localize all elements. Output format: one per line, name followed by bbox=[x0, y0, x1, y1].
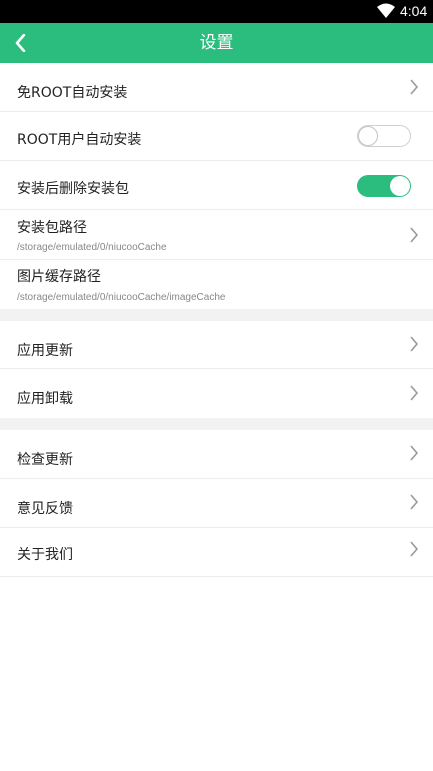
settings-item-delete-after-install: 安装后删除安装包 bbox=[0, 161, 433, 210]
settings-item-about-us[interactable]: 关于我们 bbox=[0, 528, 433, 577]
settings-item-label: 免ROOT自动安装 bbox=[17, 85, 128, 101]
status-bar: 4:04 bbox=[0, 0, 433, 23]
app-bar: 设置 bbox=[0, 23, 433, 63]
delete-package-toggle[interactable] bbox=[357, 175, 411, 197]
toggle-knob bbox=[358, 126, 378, 146]
settings-item-label: 安装包路径 bbox=[17, 220, 87, 236]
divider bbox=[0, 576, 433, 577]
clock: 4:04 bbox=[400, 3, 428, 19]
settings-item-package-path[interactable]: 安装包路径 /storage/emulated/0/niucooCache bbox=[0, 210, 433, 260]
settings-item-label: 应用卸载 bbox=[17, 391, 73, 407]
settings-item-check-update[interactable]: 检查更新 bbox=[0, 430, 433, 479]
settings-item-label: 图片缓存路径 bbox=[17, 269, 101, 285]
package-path-value: /storage/emulated/0/niucooCache bbox=[17, 242, 167, 253]
settings-item-label: 应用更新 bbox=[17, 343, 73, 359]
toggle-knob bbox=[390, 176, 410, 196]
chevron-right-icon bbox=[410, 445, 419, 461]
settings-item-app-update[interactable]: 应用更新 bbox=[0, 321, 433, 369]
section-separator bbox=[0, 309, 433, 321]
chevron-right-icon bbox=[410, 541, 419, 557]
settings-item-root-user-install: ROOT用户自动安装 bbox=[0, 112, 433, 161]
settings-item-app-uninstall[interactable]: 应用卸载 bbox=[0, 369, 433, 418]
settings-item-feedback[interactable]: 意见反馈 bbox=[0, 479, 433, 528]
wifi-icon bbox=[376, 3, 396, 19]
chevron-right-icon bbox=[410, 227, 419, 243]
chevron-right-icon bbox=[410, 494, 419, 510]
page-title: 设置 bbox=[199, 33, 234, 53]
settings-item-image-cache-path[interactable]: 图片缓存路径 /storage/emulated/0/niucooCache/i… bbox=[0, 260, 433, 309]
settings-item-label: 安装后删除安装包 bbox=[17, 181, 129, 197]
root-install-toggle[interactable] bbox=[357, 125, 411, 147]
settings-item-label: 检查更新 bbox=[17, 452, 73, 468]
section-separator bbox=[0, 418, 433, 430]
chevron-right-icon bbox=[410, 79, 419, 95]
settings-item-root-free-install[interactable]: 免ROOT自动安装 bbox=[0, 65, 433, 112]
chevron-right-icon bbox=[410, 385, 419, 401]
settings-item-label: ROOT用户自动安装 bbox=[17, 132, 142, 148]
settings-item-label: 关于我们 bbox=[17, 547, 73, 563]
image-cache-path-value: /storage/emulated/0/niucooCache/imageCac… bbox=[17, 292, 226, 303]
settings-item-label: 意见反馈 bbox=[17, 501, 73, 517]
chevron-right-icon bbox=[410, 336, 419, 352]
